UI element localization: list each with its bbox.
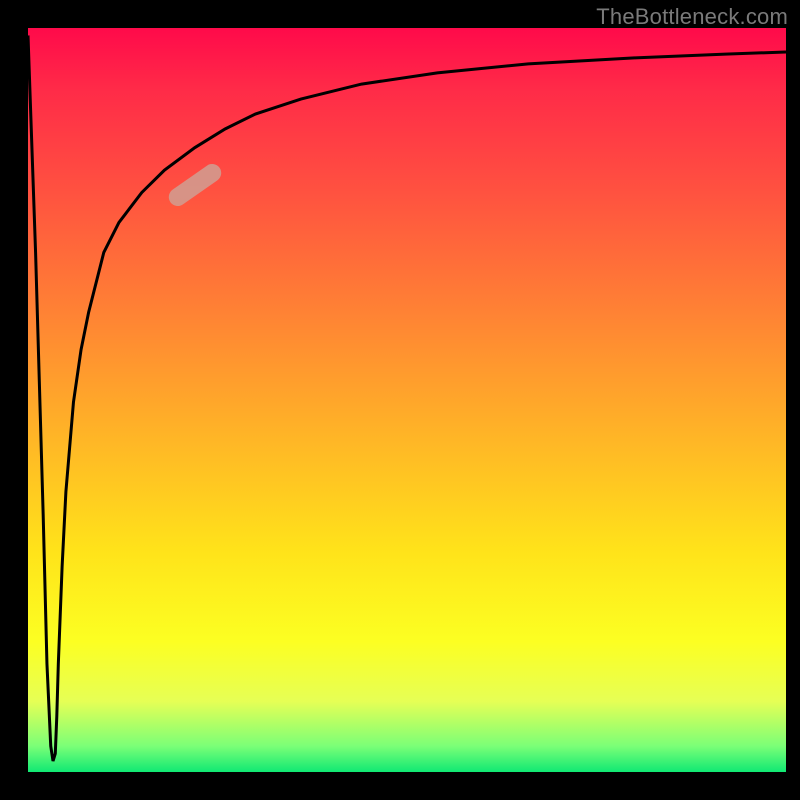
watermark-text: TheBottleneck.com bbox=[596, 4, 788, 30]
x-axis bbox=[24, 772, 786, 776]
plot-area bbox=[28, 28, 786, 776]
bottleneck-curve bbox=[28, 28, 786, 776]
curve-path bbox=[28, 35, 786, 761]
chart-stage: TheBottleneck.com bbox=[0, 0, 800, 800]
y-axis bbox=[24, 28, 28, 776]
